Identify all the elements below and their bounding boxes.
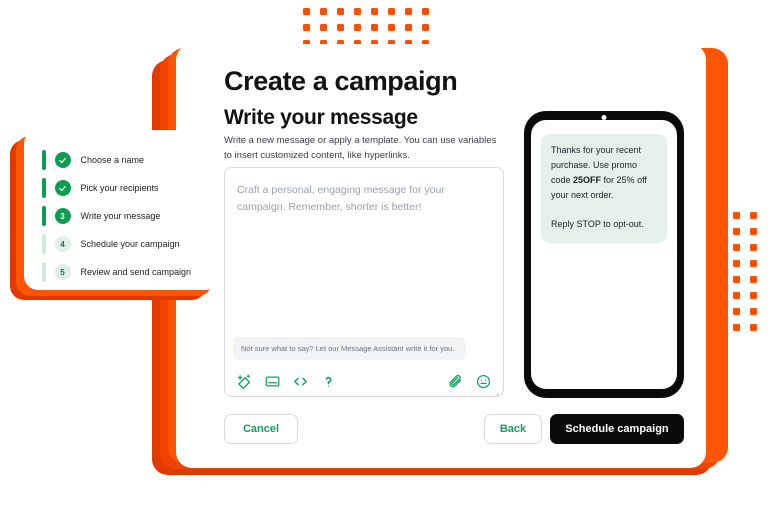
paperclip-icon[interactable] <box>448 374 463 389</box>
magic-wand-icon[interactable] <box>237 374 252 389</box>
decorative-dot <box>388 24 395 31</box>
decorative-dot <box>733 276 740 283</box>
sms-preview-line-2: Reply STOP to opt-out. <box>551 219 644 229</box>
code-brackets-icon[interactable] <box>293 374 308 389</box>
step-label: Write your message <box>80 211 161 221</box>
template-icon[interactable] <box>265 374 280 389</box>
step-number-badge: 3 <box>54 208 71 224</box>
emoji-icon[interactable] <box>476 374 491 389</box>
schedule-campaign-button[interactable]: Schedule campaign <box>550 414 684 444</box>
decorative-dot <box>750 292 757 299</box>
card-footer: Cancel Back Schedule campaign <box>224 414 684 444</box>
cancel-button[interactable]: Cancel <box>224 414 298 444</box>
section-title: Write your message <box>224 106 418 129</box>
step-progress-bar <box>42 150 46 170</box>
decorative-dot <box>750 228 757 235</box>
decorative-dot <box>750 260 757 267</box>
step-item-1[interactable]: Choose a name <box>24 146 220 174</box>
decorative-dot <box>733 212 740 219</box>
decorative-dot <box>320 8 327 15</box>
decorative-dot <box>733 308 740 315</box>
composer-toolbar <box>225 366 503 396</box>
step-item-5[interactable]: 5 Review and send campaign <box>24 258 220 286</box>
decorative-dot <box>422 8 429 15</box>
step-label: Review and send campaign <box>80 267 192 277</box>
decorative-dot <box>750 324 757 331</box>
decorative-dot <box>303 8 310 15</box>
decorative-dot <box>422 24 429 31</box>
decorative-dot <box>371 24 378 31</box>
step-progress-bar <box>42 206 46 226</box>
decorative-dot <box>405 24 412 31</box>
decorative-dot <box>750 212 757 219</box>
message-textarea-placeholder[interactable]: Craft a personal, engaging message for y… <box>237 182 487 216</box>
decorative-dot <box>405 8 412 15</box>
decorative-dot <box>733 228 740 235</box>
phone-preview-mockup: Thanks for your recent purchase. Use pro… <box>524 111 684 398</box>
decorative-dot <box>337 24 344 31</box>
message-composer[interactable]: Craft a personal, engaging message for y… <box>224 167 504 397</box>
step-item-4[interactable]: 4 Schedule your campaign <box>24 230 220 258</box>
decorative-dot <box>303 24 310 31</box>
step-number-badge: 5 <box>54 264 71 280</box>
step-number-badge: 4 <box>54 236 71 252</box>
decorative-dot <box>733 244 740 251</box>
step-label: Schedule your campaign <box>80 239 180 249</box>
section-description: Write a new message or apply a template.… <box>224 135 497 161</box>
step-item-2[interactable]: Pick your recipients <box>24 174 220 202</box>
create-campaign-card: Create a campaign Write your message Wri… <box>176 44 706 468</box>
step-progress-bar <box>42 234 46 254</box>
page-title: Create a campaign <box>224 66 458 96</box>
step-item-3[interactable]: 3 Write your message <box>24 202 220 230</box>
step-progress-bar <box>42 262 46 282</box>
step-label: Pick your recipients <box>80 183 159 193</box>
decorative-dot <box>388 8 395 15</box>
check-icon <box>54 180 71 196</box>
decorative-dot <box>733 292 740 299</box>
decorative-dot <box>320 24 327 31</box>
decorative-dot <box>733 324 740 331</box>
step-progress-bar <box>42 178 46 198</box>
step-label: Choose a name <box>80 155 145 165</box>
campaign-steps-panel: Choose a name Pick your recipients 3 Write … <box>24 130 220 290</box>
screenshot-stage: Create a campaign Write your message Wri… <box>0 0 768 512</box>
decorative-dot <box>354 8 361 15</box>
check-icon <box>54 152 71 168</box>
sms-preview-line-1: Thanks for your recent purchase. Use pro… <box>551 143 657 203</box>
phone-screen: Thanks for your recent purchase. Use pro… <box>531 120 677 389</box>
decorative-dot <box>337 8 344 15</box>
decorative-dot <box>750 244 757 251</box>
decorative-dot <box>750 308 757 315</box>
question-mark-icon[interactable] <box>321 374 336 389</box>
sms-promo-code: 25OFF <box>573 175 602 185</box>
decorative-dot <box>354 24 361 31</box>
decorative-dot <box>750 276 757 283</box>
sms-preview-bubble: Thanks for your recent purchase. Use pro… <box>541 134 667 243</box>
decorative-dot <box>371 8 378 15</box>
textarea-resize-grip[interactable] <box>493 386 500 396</box>
back-button[interactable]: Back <box>484 414 542 444</box>
message-assistant-hint[interactable]: Not sure what to say? Let our Message As… <box>233 337 466 360</box>
decorative-dot <box>733 260 740 267</box>
